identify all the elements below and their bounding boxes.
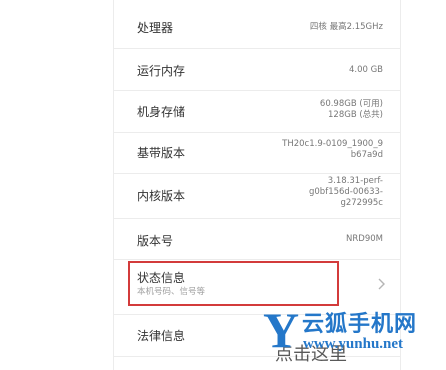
row-value-build-number: NRD90M	[346, 234, 383, 244]
row-label-baseband: 基带版本	[137, 146, 186, 160]
settings-row-baseband: 基带版本 TH20c1.9-0109_1900_9 b67a9d	[114, 133, 400, 174]
storage-total: 128GB (总共)	[328, 110, 383, 120]
row-value-processor: 四核 最高2.15GHz	[309, 22, 383, 32]
watermark-chinese: 云狐手机网	[302, 312, 418, 337]
kernel-line-2: g0bf156d-00633-	[309, 187, 383, 197]
row-label-legal: 法律信息	[137, 329, 186, 343]
settings-row-build-number: 版本号 NRD90M	[114, 219, 400, 260]
storage-available: 60.98GB (可用)	[319, 99, 383, 109]
row-label-build-number: 版本号	[137, 234, 174, 248]
settings-row-storage: 机身存储 60.98GB (可用) 128GB (总共)	[114, 91, 400, 133]
baseband-line-1: TH20c1.9-0109_1900_9	[282, 139, 383, 149]
kernel-line-3: g272995c	[340, 198, 383, 208]
baseband-line-2: b67a9d	[350, 150, 383, 160]
row-label-processor: 处理器	[137, 21, 174, 35]
row-value-baseband: TH20c1.9-0109_1900_9 b67a9d	[282, 139, 383, 161]
row-label-kernel: 内核版本	[137, 189, 186, 203]
settings-row-kernel: 内核版本 3.18.31-perf- g0bf156d-00633- g2729…	[114, 174, 400, 219]
page: 处理器 四核 最高2.15GHz 运行内存 4.00 GB 机身存储 60.98…	[0, 0, 446, 370]
highlight-box	[128, 261, 339, 306]
watermark-url: www.yunhu.net	[303, 336, 404, 352]
row-value-ram: 4.00 GB	[348, 65, 383, 75]
chevron-right-icon	[378, 278, 385, 290]
watermark-logo-letter: Y	[263, 302, 300, 358]
row-value-kernel: 3.18.31-perf- g0bf156d-00633- g272995c	[309, 176, 383, 209]
row-label-storage: 机身存储	[137, 105, 186, 119]
row-value-storage: 60.98GB (可用) 128GB (总共)	[320, 99, 383, 121]
row-label-ram: 运行内存	[137, 64, 186, 78]
kernel-line-1: 3.18.31-perf-	[327, 176, 383, 186]
settings-row-processor: 处理器 四核 最高2.15GHz	[114, 0, 400, 49]
settings-row-ram: 运行内存 4.00 GB	[114, 49, 400, 91]
